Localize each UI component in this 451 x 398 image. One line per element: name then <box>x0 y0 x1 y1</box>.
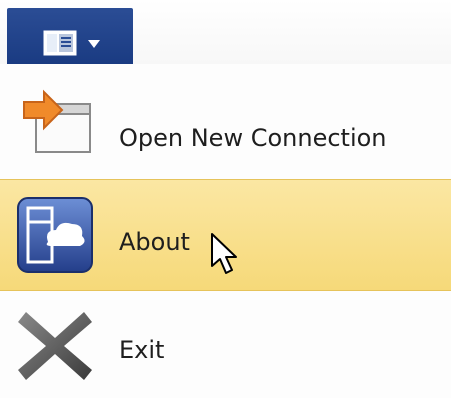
menu-item-label: Exit <box>119 336 165 364</box>
application-menu: Open New Connection About Exit <box>0 64 451 398</box>
menu-item-exit[interactable]: Exit <box>0 296 451 398</box>
menu-item-label: Open New Connection <box>119 124 387 152</box>
application-menu-button[interactable] <box>7 8 133 64</box>
caret-down-icon <box>88 40 100 48</box>
mouse-cursor-icon <box>211 233 237 274</box>
sidebar-panel-icon <box>43 30 77 56</box>
exit-x-icon <box>18 312 92 380</box>
menu-item-label: About <box>119 228 190 256</box>
about-cloud-icon <box>17 197 93 273</box>
ribbon-bar <box>0 0 451 64</box>
open-connection-icon <box>23 89 91 153</box>
application-window: Open New Connection About Exit <box>0 0 451 398</box>
menu-item-open-new-connection[interactable]: Open New Connection <box>0 74 451 186</box>
